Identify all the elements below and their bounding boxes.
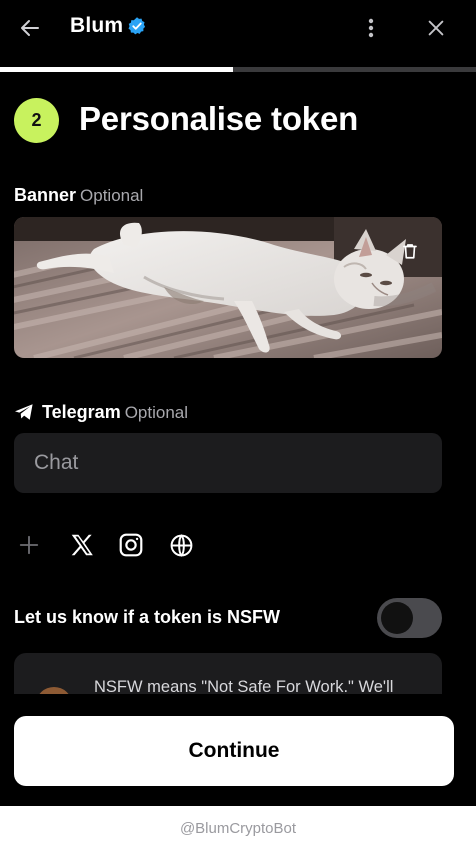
banner-label: Banner Optional	[14, 185, 143, 206]
instagram-link-button[interactable]	[114, 528, 148, 562]
banner-label-text: Banner	[14, 185, 77, 205]
bot-caption: @BlumCryptoBot	[179, 820, 297, 837]
nsfw-toggle[interactable]	[377, 598, 442, 638]
more-options-button[interactable]	[351, 8, 391, 48]
verified-badge-icon	[128, 17, 146, 35]
banner-image[interactable]	[14, 217, 442, 358]
telegram-optional-tag: Optional	[124, 403, 189, 422]
add-link-icon	[19, 535, 39, 555]
arrow-left-icon	[21, 20, 39, 36]
x-twitter-icon	[71, 534, 93, 556]
add-link-button[interactable]	[12, 528, 46, 562]
continue-button[interactable]: Continue	[14, 716, 454, 786]
telegram-icon	[15, 404, 33, 420]
close-button[interactable]	[416, 8, 456, 48]
progress-bar	[0, 67, 476, 72]
back-button[interactable]	[10, 8, 50, 48]
more-vertical-icon	[368, 18, 374, 38]
globe-icon	[170, 533, 192, 557]
delete-banner-button[interactable]	[397, 238, 423, 264]
toggle-knob	[381, 602, 413, 634]
progress-fill	[0, 67, 234, 72]
trash-icon	[403, 244, 417, 259]
banner-optional-tag: Optional	[80, 186, 144, 205]
header: Blum	[0, 0, 476, 56]
telegram-label-text: Telegram	[42, 402, 121, 422]
page-title: Personalise token	[79, 100, 359, 137]
close-icon	[428, 20, 444, 36]
telegram-label: Telegram Optional	[42, 402, 188, 423]
step-number-badge: 2	[14, 98, 59, 143]
nsfw-label: Let us know if a token is NSFW	[14, 607, 281, 627]
x-link-button[interactable]	[65, 528, 99, 562]
app-window: Blum 2 Personalise token BannerOptional	[0, 0, 476, 806]
telegram-chat-input[interactable]	[14, 433, 442, 493]
cat-photo	[14, 217, 442, 358]
instagram-icon	[119, 533, 143, 557]
app-title: Blum	[70, 14, 124, 37]
website-link-button[interactable]	[164, 528, 198, 562]
